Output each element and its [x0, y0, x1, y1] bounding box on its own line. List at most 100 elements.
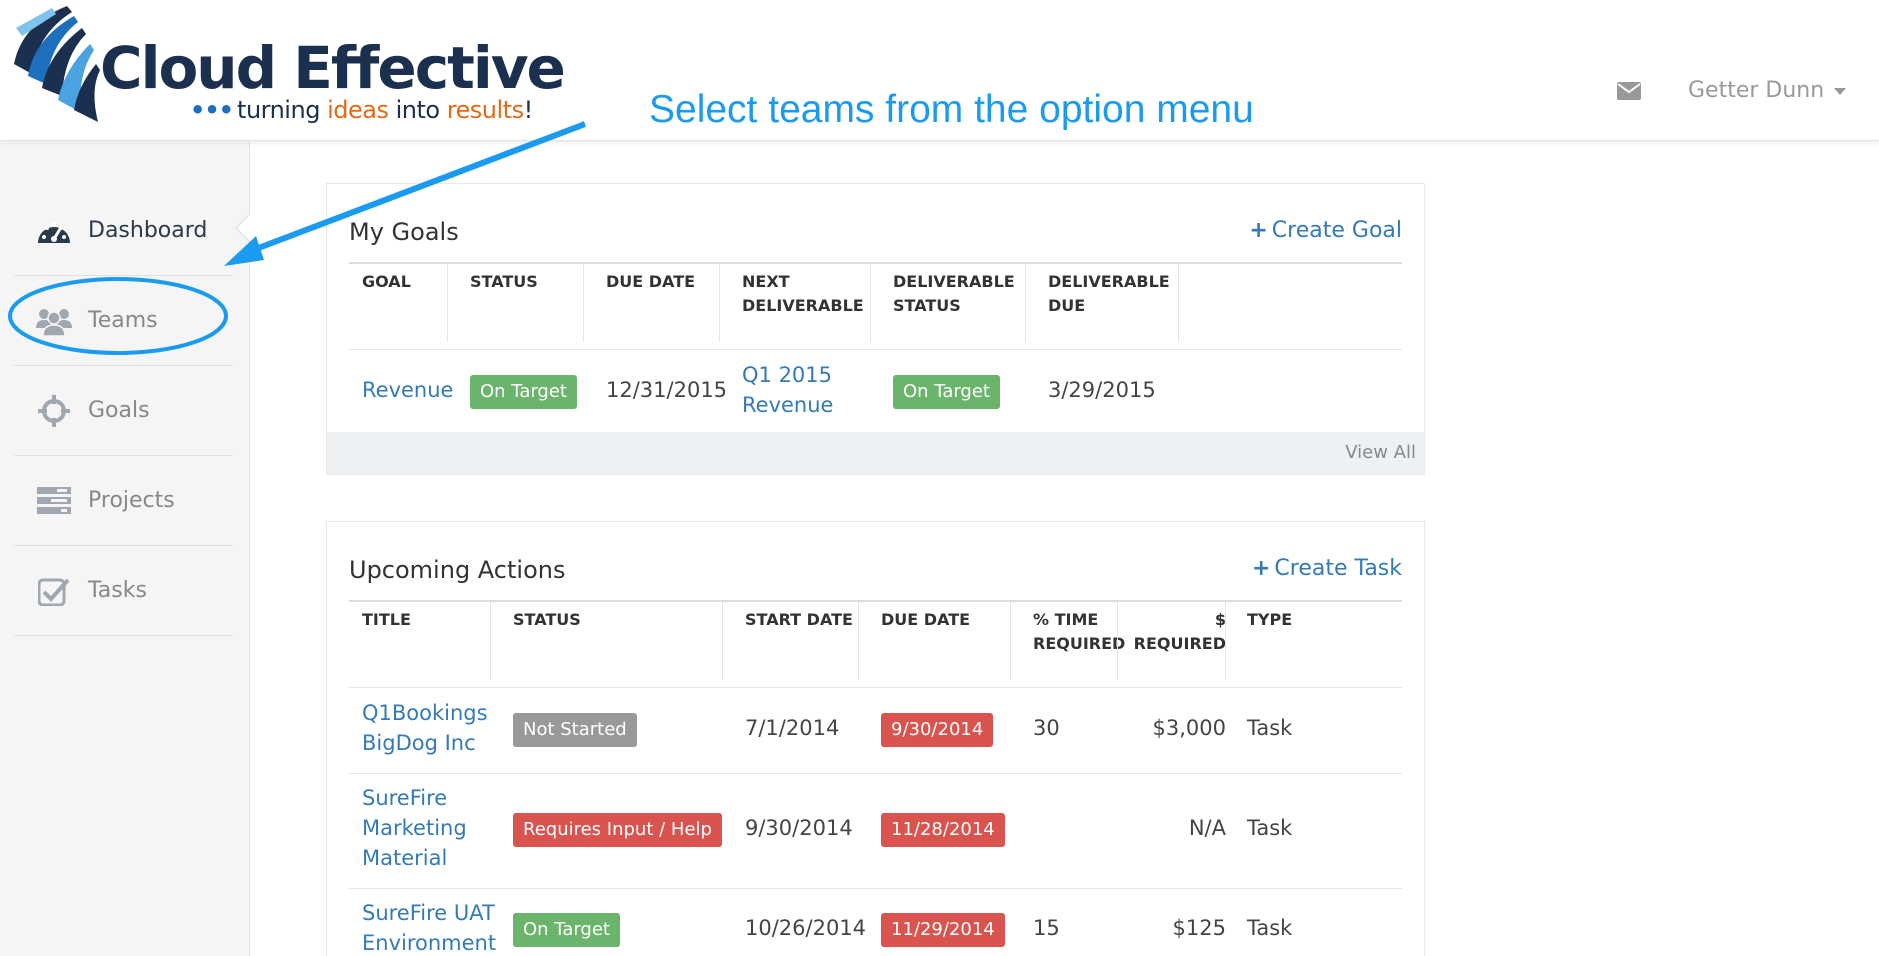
create-goal-label: Create Goal — [1271, 218, 1402, 243]
view-all-link[interactable]: View All — [1345, 442, 1416, 463]
link-line: BigDog Inc — [362, 731, 476, 755]
link-line: SureFire — [362, 786, 448, 810]
column-divider — [1225, 602, 1226, 680]
column-header-due-date[interactable]: DUE DATE — [881, 608, 970, 632]
task-title-link[interactable]: SureFire Marketing Material — [362, 783, 467, 873]
task-title-link[interactable]: Q1Bookings BigDog Inc — [362, 698, 488, 758]
column-header-line: NEXT — [742, 272, 790, 291]
sidebar-item-tasks[interactable]: Tasks — [14, 546, 233, 636]
sidebar-item-label: Dashboard — [88, 218, 208, 243]
next-deliverable-link[interactable]: Q1 2015 Revenue — [742, 360, 833, 420]
check-square-icon — [36, 575, 72, 607]
sidebar-item-teams[interactable]: Teams — [14, 276, 233, 366]
sidebar-item-label: Projects — [88, 488, 175, 513]
column-header-line: $ — [1214, 610, 1226, 629]
column-header-title[interactable]: TITLE — [362, 608, 411, 632]
create-task-label: Create Task — [1274, 556, 1402, 581]
task-title-link[interactable]: SureFire UAT Environment — [362, 898, 496, 956]
due-date-badge: 11/28/2014 — [881, 813, 1005, 847]
sidebar: Dashboard Teams Goals Projects Tasks — [0, 142, 250, 956]
sidebar-item-projects[interactable]: Projects — [14, 456, 233, 546]
column-divider — [870, 264, 871, 342]
crosshairs-icon — [36, 394, 72, 427]
time-required: 30 — [1033, 716, 1060, 740]
column-header-status[interactable]: STATUS — [513, 608, 581, 632]
column-divider — [858, 602, 859, 680]
logo-tagline: ••• turning ideas into results! — [190, 96, 533, 124]
panel-footer: View All — [327, 432, 1424, 474]
due-date-badge: 9/30/2014 — [881, 713, 994, 747]
create-task-button[interactable]: + Create Task — [1252, 556, 1402, 581]
row-divider — [349, 687, 1402, 688]
user-menu-dropdown[interactable]: Getter Dunn — [1688, 78, 1847, 103]
column-header-line: DELIVERABLE — [742, 296, 864, 315]
status-badge: Requires Input / Help — [513, 813, 722, 847]
link-line: Marketing — [362, 816, 467, 840]
logo-swoosh-icon — [14, 6, 100, 122]
sidebar-item-goals[interactable]: Goals — [14, 366, 233, 456]
users-icon — [36, 305, 72, 337]
column-header-cost-required[interactable]: $ REQUIRED — [1124, 608, 1226, 656]
column-header-deliverable-status[interactable]: DELIVERABLE STATUS — [893, 270, 1015, 318]
user-name: Getter Dunn — [1688, 78, 1825, 103]
row-divider — [349, 349, 1402, 350]
due-date: 12/31/2015 — [606, 378, 728, 402]
row-divider — [349, 888, 1402, 889]
column-header-line: REQUIRED — [1133, 634, 1226, 653]
column-header-next-deliverable[interactable]: NEXT DELIVERABLE — [742, 270, 864, 318]
deliverable-due-date: 3/29/2015 — [1048, 378, 1156, 402]
column-header-time-required[interactable]: % TIME REQUIRED — [1033, 608, 1125, 656]
create-goal-button[interactable]: + Create Goal — [1249, 218, 1402, 243]
logo-tagline-ideas: ideas — [327, 96, 389, 124]
column-header-type[interactable]: TYPE — [1247, 608, 1292, 632]
goal-link[interactable]: Revenue — [362, 375, 453, 405]
deliverable-status-badge: On Target — [893, 375, 1000, 409]
logo-tagline-results: results — [446, 96, 524, 124]
plus-icon: + — [1251, 556, 1271, 581]
tutorial-annotation-text: Select teams from the option menu — [649, 88, 1254, 131]
column-header-goal[interactable]: GOAL — [362, 270, 411, 294]
cost-required: $3,000 — [1152, 716, 1226, 740]
status-badge: On Target — [513, 913, 620, 947]
row-divider — [349, 773, 1402, 774]
column-header-line: STATUS — [893, 296, 961, 315]
my-goals-panel: My Goals + Create Goal GOAL STATUS DUE DA… — [326, 183, 1425, 475]
link-line: Material — [362, 846, 448, 870]
column-divider — [490, 602, 491, 680]
column-divider — [583, 264, 584, 342]
link-line: Q1 2015 — [742, 363, 833, 387]
header-rule — [349, 600, 1402, 602]
cloud-effective-logo[interactable]: Cloud Effective ••• turning ideas into re… — [12, 4, 566, 129]
column-divider — [719, 264, 720, 342]
sidebar-item-dashboard[interactable]: Dashboard — [14, 186, 233, 276]
caret-down-icon — [1834, 87, 1847, 95]
task-type: Task — [1247, 916, 1293, 940]
dashboard-gauge-icon — [36, 215, 72, 247]
sidebar-item-label: Teams — [88, 308, 158, 333]
logo-tagline-part: ! — [523, 96, 534, 124]
link-line: Q1Bookings — [362, 701, 488, 725]
status-badge: Not Started — [513, 713, 637, 747]
column-header-due-date[interactable]: DUE DATE — [606, 270, 695, 294]
column-header-status[interactable]: STATUS — [470, 270, 538, 294]
column-divider — [1010, 602, 1011, 680]
column-header-deliverable-due[interactable]: DELIVERABLE DUE — [1048, 270, 1170, 318]
active-nav-indicator — [237, 214, 251, 242]
column-divider — [722, 602, 723, 680]
column-divider — [1178, 264, 1179, 342]
column-header-line: REQUIRED — [1033, 634, 1126, 653]
column-header-line: % TIME — [1033, 610, 1099, 629]
envelope-icon[interactable] — [1617, 82, 1641, 100]
sidebar-item-label: Tasks — [88, 578, 147, 603]
column-divider — [1025, 264, 1026, 342]
plus-icon: + — [1249, 218, 1268, 243]
logo-title: Cloud Effective — [100, 34, 566, 102]
column-header-start-date[interactable]: START DATE — [745, 608, 853, 632]
logo-tagline-part: into — [388, 96, 447, 124]
column-divider — [447, 264, 448, 342]
tasks-bars-icon — [36, 485, 72, 517]
start-date: 9/30/2014 — [745, 816, 853, 840]
panel-title: My Goals — [349, 218, 459, 246]
sidebar-item-label: Goals — [88, 398, 150, 423]
column-header-line: DUE — [1048, 296, 1086, 315]
